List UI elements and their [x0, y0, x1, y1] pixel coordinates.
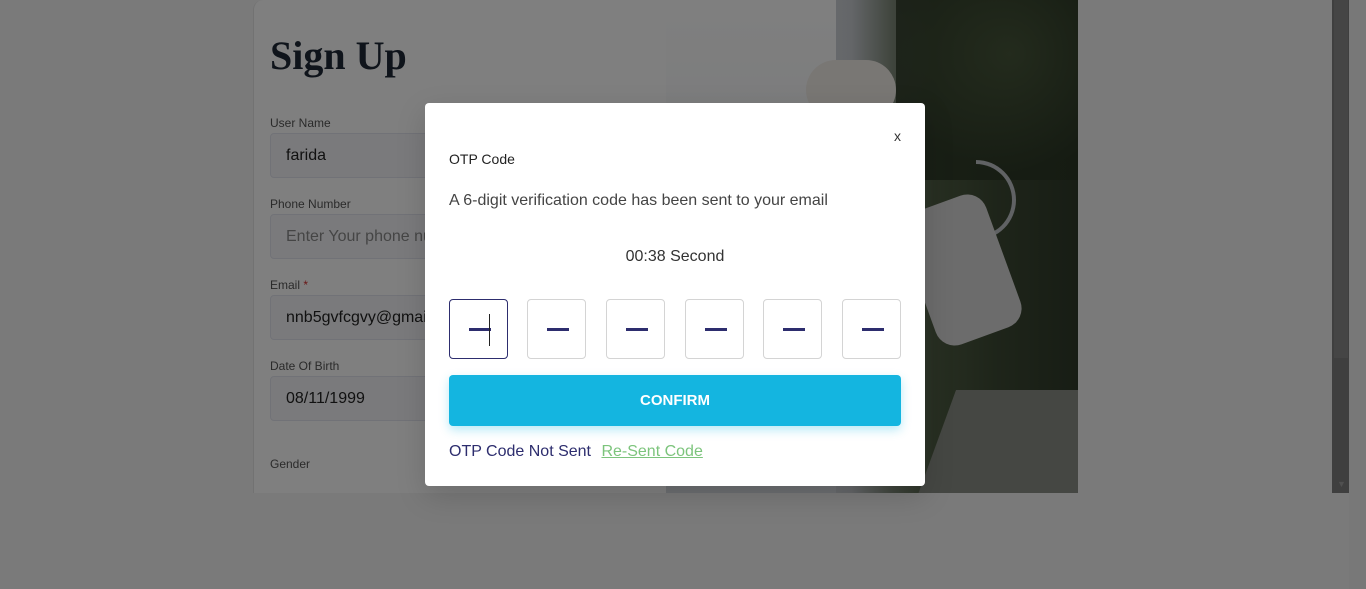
- resend-row: OTP Code Not Sent Re-Sent Code: [449, 443, 703, 461]
- dash-icon: [705, 328, 727, 331]
- resend-code-link[interactable]: Re-Sent Code: [601, 443, 702, 460]
- otp-digit-input[interactable]: [763, 299, 822, 359]
- otp-digit-input[interactable]: [606, 299, 665, 359]
- scroll-down-icon[interactable]: ▼: [1333, 478, 1350, 490]
- dash-icon: [547, 328, 569, 331]
- dash-icon: [469, 328, 491, 331]
- confirm-button[interactable]: CONFIRM: [449, 375, 901, 426]
- dash-icon: [862, 328, 884, 331]
- dash-icon: [783, 328, 805, 331]
- otp-digit-input[interactable]: [527, 299, 586, 359]
- not-sent-text: OTP Code Not Sent: [449, 443, 591, 460]
- dash-icon: [626, 328, 648, 331]
- otp-input-group: [449, 299, 901, 359]
- modal-title: OTP Code: [449, 151, 515, 167]
- otp-digit-input[interactable]: [842, 299, 901, 359]
- otp-modal: x OTP Code A 6-digit verification code h…: [425, 103, 925, 486]
- close-button[interactable]: x: [894, 128, 901, 144]
- otp-digit-input[interactable]: [685, 299, 744, 359]
- modal-description: A 6-digit verification code has been sen…: [449, 192, 828, 209]
- countdown-timer: 00:38 Second: [625, 248, 725, 265]
- text-cursor: [489, 314, 490, 346]
- otp-digit-input[interactable]: [449, 299, 508, 359]
